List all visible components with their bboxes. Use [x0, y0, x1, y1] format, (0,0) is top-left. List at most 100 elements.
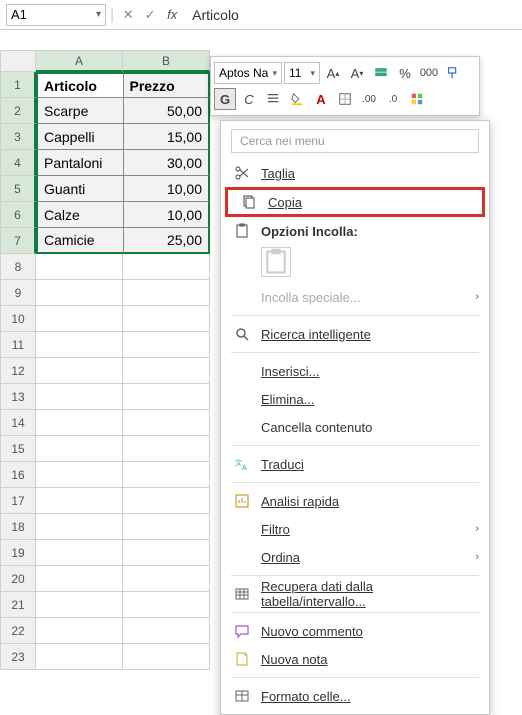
menu-filter[interactable]: Filtro ›: [221, 515, 489, 543]
menu-smart-lookup[interactable]: Ricerca intelligente: [221, 320, 489, 348]
cell[interactable]: [36, 618, 123, 644]
row-header[interactable]: 12: [0, 358, 36, 384]
menu-sort[interactable]: Ordina ›: [221, 543, 489, 571]
decrease-decimal-icon[interactable]: .0: [382, 88, 404, 110]
row-header[interactable]: 14: [0, 410, 36, 436]
menu-clear[interactable]: Cancella contenuto: [221, 413, 489, 441]
cell[interactable]: [36, 280, 123, 306]
cell[interactable]: [123, 514, 210, 540]
row-header[interactable]: 3: [0, 124, 36, 150]
cell[interactable]: Pantaloni: [36, 150, 124, 176]
menu-cut[interactable]: Taglia: [221, 159, 489, 187]
row-header[interactable]: 17: [0, 488, 36, 514]
cell[interactable]: [36, 306, 123, 332]
percent-icon[interactable]: %: [394, 62, 416, 84]
select-all-corner[interactable]: [0, 50, 36, 72]
menu-translate[interactable]: 文A Traduci: [221, 450, 489, 478]
cell[interactable]: [36, 358, 123, 384]
cell[interactable]: [36, 410, 123, 436]
cell[interactable]: Guanti: [36, 176, 124, 202]
row-header[interactable]: 9: [0, 280, 36, 306]
font-color-icon[interactable]: A: [310, 88, 332, 110]
cell[interactable]: [123, 436, 210, 462]
row-header[interactable]: 11: [0, 332, 36, 358]
row-header[interactable]: 16: [0, 462, 36, 488]
cell[interactable]: 50,00: [124, 98, 211, 124]
row-header[interactable]: 15: [0, 436, 36, 462]
cell[interactable]: [36, 488, 123, 514]
row-header[interactable]: 22: [0, 618, 36, 644]
cell[interactable]: [123, 540, 210, 566]
cell[interactable]: [36, 644, 123, 670]
row-header[interactable]: 21: [0, 592, 36, 618]
row-header[interactable]: 4: [0, 150, 36, 176]
cell[interactable]: [123, 280, 210, 306]
cell[interactable]: [123, 358, 210, 384]
row-header[interactable]: 10: [0, 306, 36, 332]
accept-formula-icon[interactable]: ✓: [140, 5, 160, 25]
row-header[interactable]: 8: [0, 254, 36, 280]
menu-new-comment[interactable]: Nuovo commento: [221, 617, 489, 645]
cell[interactable]: [36, 254, 123, 280]
cancel-formula-icon[interactable]: ✕: [118, 5, 138, 25]
font-selector[interactable]: Aptos Na▾: [214, 62, 282, 84]
cell[interactable]: [36, 462, 123, 488]
cell[interactable]: 10,00: [124, 176, 211, 202]
cell[interactable]: Articolo: [36, 72, 124, 98]
decrease-font-icon[interactable]: A▾: [346, 62, 368, 84]
cell[interactable]: [123, 462, 210, 488]
cell[interactable]: [36, 332, 123, 358]
cell[interactable]: [123, 618, 210, 644]
cell[interactable]: Cappelli: [36, 124, 124, 150]
menu-delete[interactable]: Elimina...: [221, 385, 489, 413]
cell[interactable]: 30,00: [124, 150, 211, 176]
menu-search-input[interactable]: Cerca nei menu: [231, 129, 479, 153]
cell[interactable]: [36, 514, 123, 540]
cell[interactable]: [123, 332, 210, 358]
borders-icon[interactable]: [334, 88, 356, 110]
menu-get-data[interactable]: Recupera dati dalla tabella/intervallo..…: [221, 580, 489, 608]
row-header[interactable]: 5: [0, 176, 36, 202]
col-header-b[interactable]: B: [123, 50, 210, 72]
name-box[interactable]: A1 ▾: [6, 4, 106, 26]
row-header[interactable]: 23: [0, 644, 36, 670]
format-painter-icon[interactable]: [442, 62, 464, 84]
formula-input[interactable]: Articolo: [186, 7, 516, 23]
menu-format-cells[interactable]: Formato celle...: [221, 682, 489, 710]
cell[interactable]: [36, 436, 123, 462]
row-header[interactable]: 20: [0, 566, 36, 592]
cell[interactable]: Scarpe: [36, 98, 124, 124]
cell[interactable]: 25,00: [124, 228, 211, 254]
cell[interactable]: [123, 410, 210, 436]
cell[interactable]: [36, 592, 123, 618]
row-header[interactable]: 7: [0, 228, 36, 254]
increase-decimal-icon[interactable]: .00: [358, 88, 380, 110]
cell[interactable]: [123, 592, 210, 618]
cell[interactable]: [36, 384, 123, 410]
col-header-a[interactable]: A: [36, 50, 123, 72]
menu-new-note[interactable]: Nuova nota: [221, 645, 489, 673]
increase-font-icon[interactable]: A▴: [322, 62, 344, 84]
row-header[interactable]: 13: [0, 384, 36, 410]
fx-icon[interactable]: fx: [162, 5, 182, 25]
menu-quick-analysis[interactable]: Analisi rapida: [221, 487, 489, 515]
row-header[interactable]: 19: [0, 540, 36, 566]
cell[interactable]: [123, 254, 210, 280]
cell[interactable]: [123, 384, 210, 410]
paste-button[interactable]: [261, 247, 291, 277]
row-header[interactable]: 6: [0, 202, 36, 228]
row-header[interactable]: 1: [0, 72, 36, 98]
font-size-selector[interactable]: 11▾: [284, 62, 320, 84]
menu-insert[interactable]: Inserisci...: [221, 357, 489, 385]
accounting-format-icon[interactable]: [370, 62, 392, 84]
conditional-format-icon[interactable]: [406, 88, 428, 110]
italic-button[interactable]: C: [238, 88, 260, 110]
bold-button[interactable]: G: [214, 88, 236, 110]
cell[interactable]: [36, 566, 123, 592]
cell[interactable]: 10,00: [124, 202, 211, 228]
menu-copy[interactable]: Copia: [225, 187, 485, 217]
cell[interactable]: [123, 306, 210, 332]
comma-icon[interactable]: 000: [418, 62, 440, 84]
cell[interactable]: [123, 488, 210, 514]
cell[interactable]: [123, 566, 210, 592]
